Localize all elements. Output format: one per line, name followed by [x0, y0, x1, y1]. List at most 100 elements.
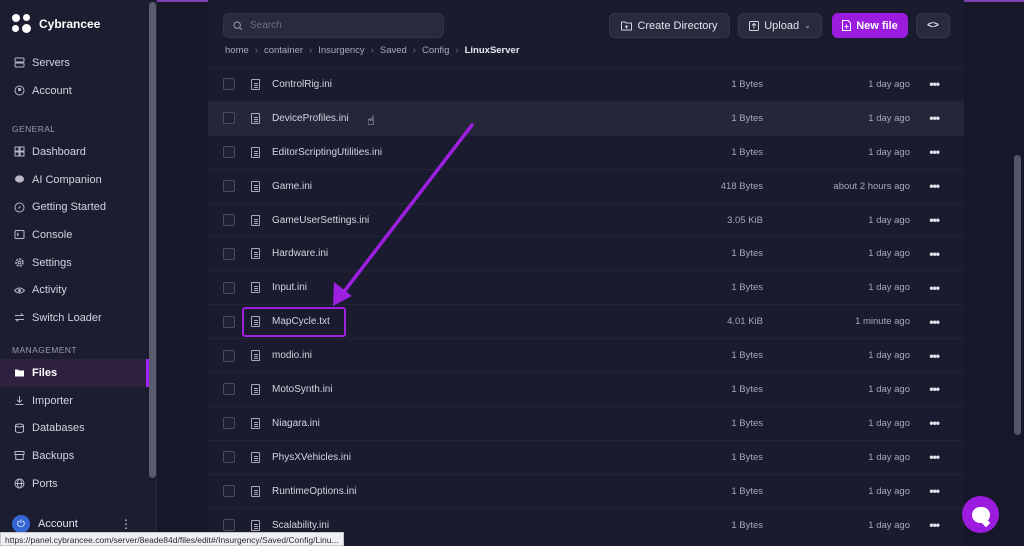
file-name[interactable]: GameUserSettings.ini — [272, 215, 369, 226]
file-row[interactable]: Niagara.ini 1 Bytes 1 day ago ••• — [208, 405, 964, 440]
more-horizontal-icon[interactable]: ••• — [929, 247, 940, 261]
row-checkbox[interactable] — [223, 451, 235, 464]
support-chat-button[interactable] — [962, 496, 999, 533]
file-row[interactable]: DeviceProfiles.ini 1 Bytes 1 day ago ••• — [208, 100, 964, 135]
file-row[interactable]: Hardware.ini 1 Bytes 1 day ago ••• — [208, 236, 964, 270]
row-checkbox[interactable] — [223, 485, 235, 498]
file-name[interactable]: ControlRig.ini — [272, 79, 332, 90]
sidebar-item-activity[interactable]: Activity — [0, 276, 149, 304]
more-horizontal-icon[interactable]: ••• — [929, 281, 940, 295]
file-name[interactable]: Input.ini — [272, 282, 307, 293]
breadcrumb-home[interactable]: home — [225, 45, 249, 56]
file-row[interactable]: ControlRig.ini 1 Bytes 1 day ago ••• — [208, 67, 964, 101]
file-name[interactable]: modio.ini — [272, 350, 312, 361]
more-horizontal-icon[interactable]: ••• — [929, 349, 940, 363]
sidebar-item-console[interactable]: Console — [0, 221, 149, 249]
sidebar-item-files[interactable]: Files — [0, 359, 149, 387]
more-horizontal-icon[interactable]: ••• — [929, 179, 940, 193]
create-directory-button[interactable]: Create Directory — [609, 13, 730, 38]
brand-name: Cybrancee — [39, 17, 101, 31]
file-text-icon — [251, 214, 260, 226]
more-horizontal-icon[interactable]: ••• — [929, 111, 940, 125]
sidebar-item-databases[interactable]: Databases — [0, 414, 149, 442]
folder-icon — [14, 367, 25, 378]
breadcrumb-container[interactable]: container — [264, 45, 303, 56]
file-name[interactable]: Scalability.ini — [272, 520, 329, 531]
row-checkbox[interactable] — [223, 519, 235, 532]
file-row[interactable]: MotoSynth.ini 1 Bytes 1 day ago ••• — [208, 372, 964, 406]
sidebar-item-ai-companion[interactable]: AI Companion — [0, 166, 149, 194]
more-horizontal-icon[interactable]: ••• — [929, 450, 940, 464]
file-name[interactable]: EditorScriptingUtilities.ini — [272, 147, 382, 158]
file-row[interactable]: Game.ini 418 Bytes about 2 hours ago ••• — [208, 168, 964, 203]
compass-icon — [14, 202, 25, 213]
sidebar-scrollbar[interactable] — [149, 2, 156, 478]
file-modified: 1 day ago — [868, 78, 910, 90]
more-horizontal-icon[interactable]: ••• — [929, 315, 940, 329]
account-menu[interactable]: ⏻ Account ⋮ — [12, 515, 132, 533]
sidebar-item-dashboard[interactable]: Dashboard — [0, 138, 149, 166]
database-icon — [14, 423, 25, 434]
more-horizontal-icon[interactable]: ••• — [929, 77, 940, 91]
sidebar-item-getting-started[interactable]: Getting Started — [0, 193, 149, 221]
breadcrumb: home › container › Insurgency › Saved › … — [225, 45, 520, 56]
more-horizontal-icon[interactable]: ••• — [929, 382, 940, 396]
more-horizontal-icon[interactable]: ••• — [929, 518, 940, 532]
sidebar-general-nav: GENERAL Dashboard AI Companion Getting S… — [0, 118, 149, 332]
upload-button[interactable]: Upload ⌄ — [738, 13, 822, 38]
file-name[interactable]: Hardware.ini — [272, 248, 328, 259]
file-size: 1 Bytes — [731, 350, 763, 362]
brand[interactable]: Cybrancee — [12, 14, 100, 34]
code-view-toggle[interactable]: <> — [916, 13, 950, 38]
file-row[interactable]: GameUserSettings.ini 3.05 KiB 1 day ago ••• — [208, 202, 964, 237]
file-name[interactable]: MotoSynth.ini — [272, 384, 333, 395]
sidebar-item-servers[interactable]: Servers — [0, 49, 149, 77]
file-name[interactable]: Game.ini — [272, 181, 312, 192]
file-row[interactable]: EditorScriptingUtilities.ini 1 Bytes 1 day… — [208, 134, 964, 169]
new-file-button[interactable]: New file — [832, 13, 908, 38]
more-horizontal-icon[interactable]: ••• — [929, 484, 940, 498]
page-scrollbar[interactable] — [1014, 155, 1021, 435]
row-checkbox[interactable] — [223, 281, 235, 294]
breadcrumb-insurgency[interactable]: Insurgency — [318, 45, 364, 56]
row-checkbox[interactable] — [223, 349, 235, 362]
row-checkbox[interactable] — [223, 214, 235, 226]
file-name[interactable]: RuntimeOptions.ini — [272, 486, 356, 497]
file-modified: 1 day ago — [868, 519, 910, 531]
row-checkbox[interactable] — [223, 315, 235, 328]
sidebar-item-backups[interactable]: Backups — [0, 442, 149, 470]
more-vertical-icon[interactable]: ⋮ — [120, 517, 132, 531]
file-name[interactable]: DeviceProfiles.ini — [272, 113, 349, 124]
sidebar-item-switch-loader[interactable]: Switch Loader — [0, 304, 149, 332]
more-horizontal-icon[interactable]: ••• — [929, 416, 940, 430]
row-checkbox[interactable] — [223, 417, 235, 430]
file-size: 1 Bytes — [731, 417, 763, 429]
file-size: 4.01 KiB — [727, 316, 763, 328]
search-input[interactable]: Search — [223, 13, 444, 38]
file-row[interactable]: modio.ini 1 Bytes 1 day ago ••• — [208, 338, 964, 372]
row-checkbox[interactable] — [223, 383, 235, 396]
sidebar-item-account[interactable]: Account — [0, 77, 149, 105]
row-checkbox[interactable] — [223, 247, 235, 260]
row-checkbox[interactable] — [223, 146, 235, 159]
row-checkbox[interactable] — [223, 112, 235, 125]
file-name[interactable]: Niagara.ini — [272, 418, 320, 429]
sidebar-item-settings[interactable]: Settings — [0, 249, 149, 277]
row-checkbox[interactable] — [223, 180, 235, 193]
more-horizontal-icon[interactable]: ••• — [929, 145, 940, 159]
file-size: 1 Bytes — [731, 383, 763, 395]
sidebar-item-label: Backups — [32, 449, 75, 462]
breadcrumb-saved[interactable]: Saved — [380, 45, 407, 56]
sidebar-item-importer[interactable]: Importer — [0, 387, 149, 415]
row-checkbox[interactable] — [223, 78, 235, 91]
breadcrumb-config[interactable]: Config — [422, 45, 449, 56]
more-horizontal-icon[interactable]: ••• — [929, 213, 940, 227]
file-row[interactable]: PhysXVehicles.ini 1 Bytes 1 day ago ••• — [208, 439, 964, 474]
sidebar-item-ports[interactable]: Ports — [0, 470, 149, 498]
file-modified: 1 day ago — [868, 214, 910, 226]
chat-icon — [14, 174, 25, 185]
file-name[interactable]: PhysXVehicles.ini — [272, 452, 351, 463]
file-row[interactable]: RuntimeOptions.ini 1 Bytes 1 day ago ••• — [208, 473, 964, 508]
file-row[interactable]: Input.ini 1 Bytes 1 day ago ••• — [208, 270, 964, 304]
sidebar-item-label: Getting Started — [32, 201, 106, 214]
